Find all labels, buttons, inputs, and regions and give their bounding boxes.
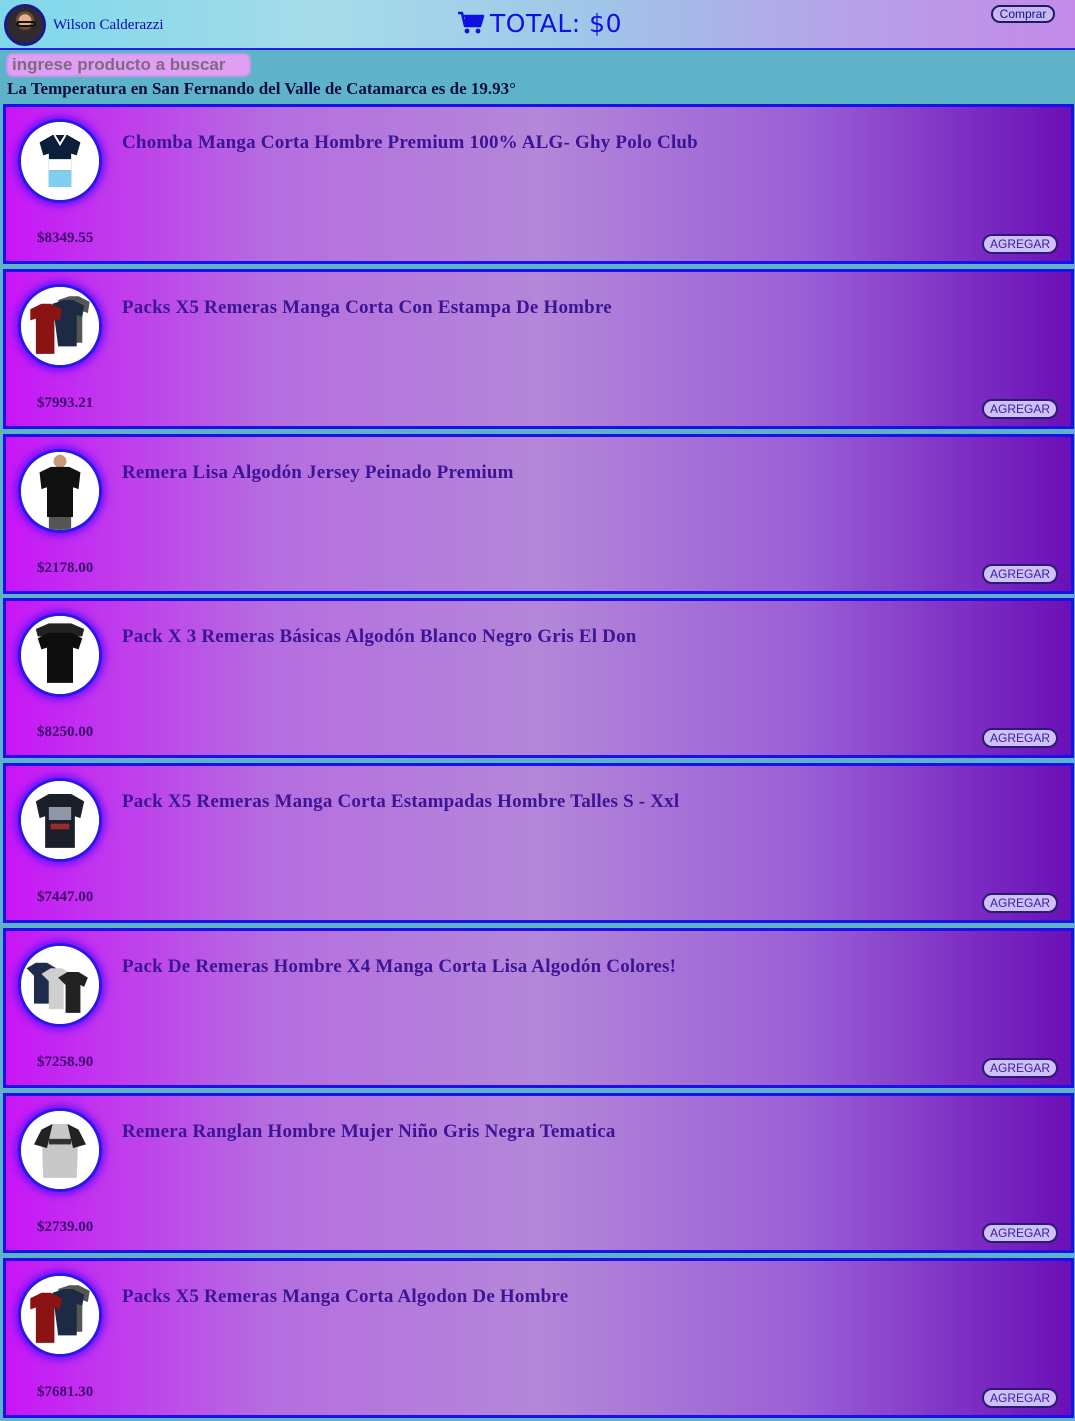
product-image: [18, 1272, 102, 1357]
product-title: Pack X5 Remeras Manga Corta Estampadas H…: [122, 791, 680, 813]
product-title: Chomba Manga Corta Hombre Premium 100% A…: [122, 132, 698, 153]
product-card: Packs X5 Remeras Manga Corta Con Estampa…: [3, 268, 1074, 429]
product-card: Packs X5 Remeras Manga Corta Algodon De …: [3, 1257, 1074, 1418]
product-card: Pack X5 Remeras Manga Corta Estampadas H…: [3, 763, 1074, 924]
product-card: Pack De Remeras Hombre X4 Manga Corta Li…: [3, 928, 1074, 1088]
user-avatar[interactable]: [4, 4, 46, 46]
add-to-cart-button[interactable]: AGREGAR: [982, 563, 1058, 584]
product-card: Remera Lisa Algodón Jersey Peinado Premi…: [3, 433, 1074, 594]
product-title: Pack X 3 Remeras Básicas Algodón Blanco …: [122, 626, 637, 648]
add-to-cart-button[interactable]: AGREGAR: [982, 1387, 1058, 1408]
product-card: Pack X 3 Remeras Básicas Algodón Blanco …: [3, 598, 1074, 759]
buy-button[interactable]: Comprar: [991, 5, 1055, 23]
total-label: TOTAL: $0: [490, 8, 622, 38]
product-price: $7447.00: [37, 889, 94, 906]
product-price: $7258.90: [37, 1054, 94, 1070]
product-card: Chomba Manga Corta Hombre Premium 100% A…: [3, 104, 1074, 264]
product-image: [18, 943, 102, 1027]
product-title: Remera Lisa Algodón Jersey Peinado Premi…: [122, 461, 514, 483]
add-to-cart-button[interactable]: AGREGAR: [982, 1222, 1058, 1243]
weather-text: La Temperatura en San Fernando del Valle…: [7, 79, 516, 98]
product-image: [18, 778, 102, 863]
add-to-cart-button[interactable]: AGREGAR: [982, 234, 1058, 254]
add-to-cart-button[interactable]: AGREGAR: [982, 1058, 1058, 1078]
product-image: [18, 448, 102, 533]
product-title: Pack De Remeras Hombre X4 Manga Corta Li…: [122, 956, 677, 977]
product-price: $2739.00: [37, 1218, 94, 1235]
product-image: [18, 119, 102, 203]
product-card: Remera Ranglan Hombre Mujer Niño Gris Ne…: [3, 1092, 1074, 1253]
add-to-cart-button[interactable]: AGREGAR: [982, 893, 1058, 914]
product-price: $8250.00: [37, 724, 94, 741]
product-image: [18, 613, 102, 698]
product-price: $7681.30: [37, 1383, 94, 1400]
user-name: Wilson Calderazzi: [53, 17, 164, 33]
product-title: Packs X5 Remeras Manga Corta Algodon De …: [122, 1285, 569, 1307]
product-title: Packs X5 Remeras Manga Corta Con Estampa…: [122, 296, 612, 318]
product-title: Remera Ranglan Hombre Mujer Niño Gris Ne…: [122, 1120, 616, 1142]
shopping-cart-icon: [458, 11, 485, 34]
add-to-cart-button[interactable]: AGREGAR: [982, 728, 1058, 749]
product-price: $2178.00: [37, 559, 94, 576]
cart-total: TOTAL: $0: [457, 6, 622, 40]
top-header: Wilson Calderazzi TOTAL: $0 Comprar: [0, 0, 1075, 50]
add-to-cart-button[interactable]: AGREGAR: [982, 398, 1058, 419]
glasses-icon: [16, 21, 36, 27]
product-price: $8349.55: [37, 230, 94, 246]
search-input[interactable]: [6, 53, 251, 77]
product-image: [18, 283, 102, 368]
product-price: $7993.21: [37, 394, 94, 411]
product-image: [18, 1107, 102, 1192]
